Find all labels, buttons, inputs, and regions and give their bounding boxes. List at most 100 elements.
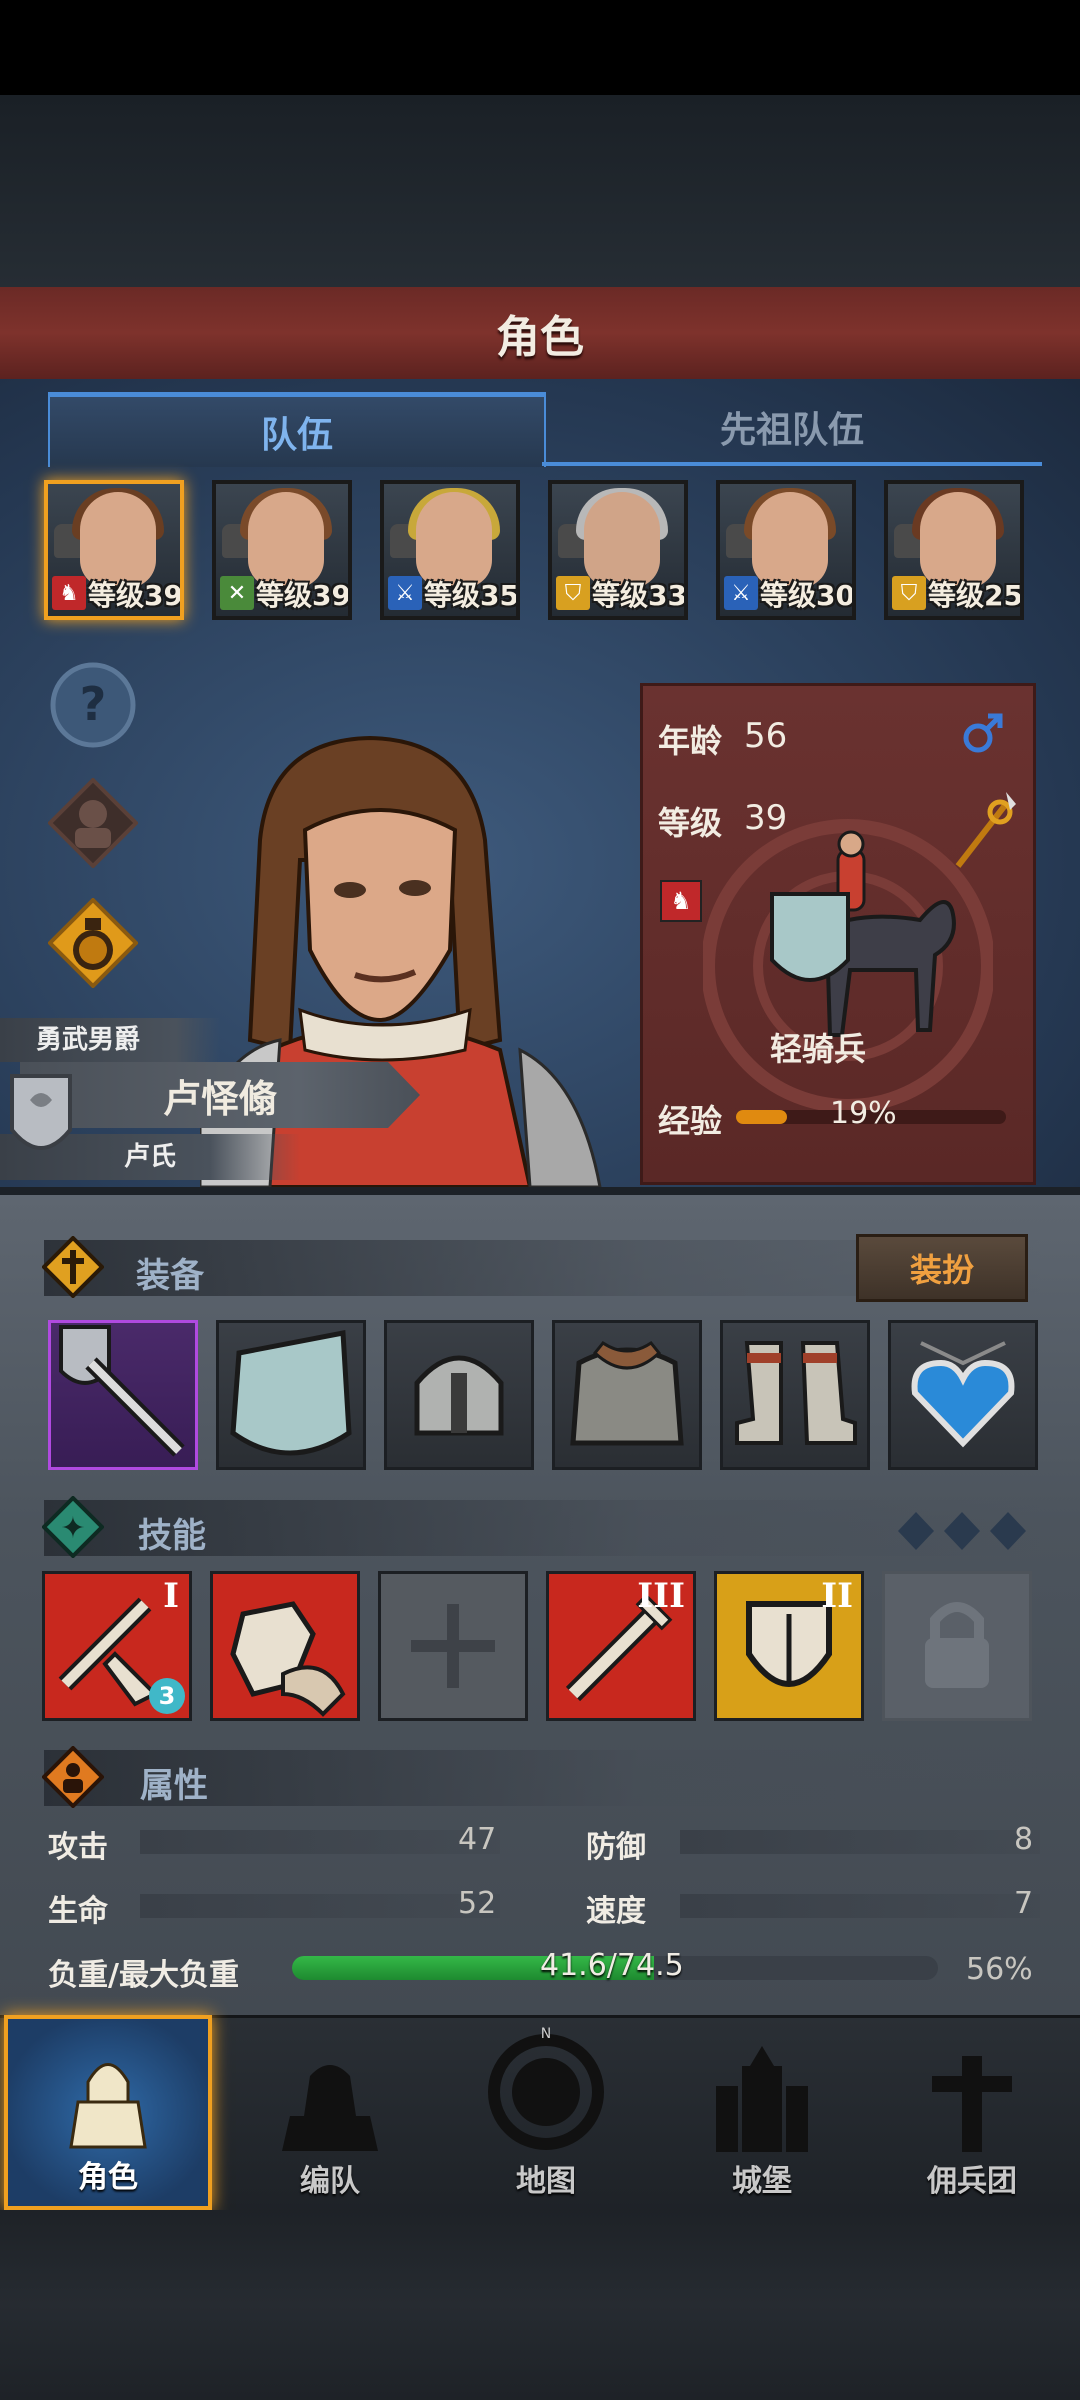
skill-tier: III <box>637 1576 685 1616</box>
cross-section-icon <box>41 1235 105 1302</box>
load-value: 41.6/74.5 <box>540 1948 684 1983</box>
svg-text:?: ? <box>80 677 107 731</box>
level-label: 等级 <box>658 804 723 842</box>
header-background <box>0 95 1080 287</box>
formation-icon <box>282 2065 378 2151</box>
hero-level: 等级25 <box>928 579 1023 612</box>
nav-formation[interactable]: 编队 <box>224 2015 436 2210</box>
class-badge-icon: ♞ <box>52 576 86 610</box>
helmet-icon <box>48 778 138 868</box>
equipment-view-button[interactable] <box>48 778 138 868</box>
attribute-section-icon <box>41 1745 105 1812</box>
attack-track <box>140 1830 500 1854</box>
equipment-slot-boots[interactable] <box>720 1320 870 1470</box>
nav-castle[interactable]: 城堡 <box>656 2015 868 2210</box>
skills-label: 技能 <box>138 1516 206 1556</box>
age-value: 56 <box>744 716 788 756</box>
hero-level: 等级39 <box>256 579 351 612</box>
hero-card[interactable]: ⚔ 等级35 <box>380 480 520 620</box>
hero-card[interactable]: ✕ 等级39 <box>212 480 352 620</box>
skill-slot-4[interactable]: II <box>714 1571 864 1721</box>
equipment-slot-armor[interactable] <box>552 1320 702 1470</box>
knight-icon <box>69 2063 147 2149</box>
help-button[interactable]: ? <box>48 660 138 750</box>
skill-slot-locked <box>882 1571 1032 1721</box>
amulet-icon <box>911 1341 1015 1448</box>
status-bar <box>0 0 1080 95</box>
class-badge-icon: ✕ <box>220 576 254 610</box>
page-title: 角色 <box>496 312 584 363</box>
skill-slot-1[interactable]: I 3 <box>42 1571 192 1721</box>
hero-card[interactable]: ⚔ 等级30 <box>716 480 856 620</box>
skill-tier: I <box>163 1576 179 1616</box>
hero-card[interactable]: ♞ 等级39 <box>44 480 184 620</box>
equipment-slot-weapon[interactable] <box>48 1320 198 1470</box>
class-badge-icon: ⛉ <box>556 576 590 610</box>
nav-label: 角色 <box>78 2160 138 2195</box>
shield-icon <box>230 1330 352 1456</box>
weapon-icon <box>59 1325 185 1457</box>
equipment-slot-amulet[interactable] <box>888 1320 1038 1470</box>
nav-mercenary[interactable]: 佣兵团 <box>866 2015 1078 2210</box>
hp-track <box>140 1894 500 1918</box>
boots-icon <box>735 1341 857 1445</box>
tab-ancestor-team[interactable]: 先祖队伍 <box>542 392 1042 466</box>
compass-icon: N <box>488 2026 604 2150</box>
skill-slot-2[interactable] <box>210 1571 360 1721</box>
fist-skill-icon <box>230 1601 346 1717</box>
speed-track <box>680 1894 1040 1918</box>
hero-level: 等级39 <box>88 579 183 612</box>
noble-title: 勇武男爵 <box>0 1018 220 1062</box>
hero-level: 等级35 <box>424 579 519 612</box>
helmet-icon <box>414 1355 504 1436</box>
defense-value: 8 <box>1014 1822 1034 1857</box>
experience-bar-fill <box>736 1110 788 1124</box>
attack-value: 47 <box>458 1822 497 1857</box>
cavalry-class-icon: ♞ <box>660 880 702 922</box>
hp-label: 生命 <box>48 1894 108 1929</box>
skill-slot-3[interactable]: III <box>546 1571 696 1721</box>
hero-level: 等级30 <box>760 579 855 612</box>
title-banner: 角色 <box>0 287 1080 383</box>
nav-map[interactable]: N 地图 <box>440 2015 652 2210</box>
experience-percent: 19% <box>830 1096 897 1131</box>
unit-type: 轻骑兵 <box>770 1030 867 1068</box>
hero-card[interactable]: ⛉ 等级25 <box>884 480 1024 620</box>
family-crest-icon <box>8 1070 74 1170</box>
cross-empty-icon <box>411 1604 495 1688</box>
skill-tier: II <box>821 1576 853 1616</box>
bottom-padding <box>0 2210 1080 2400</box>
defense-track <box>680 1830 1040 1854</box>
class-badge-icon: ⚔ <box>724 576 758 610</box>
male-icon <box>960 710 1006 760</box>
help-icon: ? <box>50 662 136 748</box>
experience-label: 经验 <box>658 1102 723 1140</box>
potion-button[interactable] <box>48 898 138 988</box>
mercenary-icon <box>932 2056 1012 2152</box>
age-label: 年龄 <box>658 722 723 760</box>
nav-role[interactable]: 角色 <box>4 2015 212 2210</box>
nav-label: 佣兵团 <box>927 2164 1017 2199</box>
nav-label: 城堡 <box>732 2164 792 2199</box>
hero-card[interactable]: ⛉ 等级33 <box>548 480 688 620</box>
hero-level: 等级33 <box>592 579 687 612</box>
equipment-slot-helmet[interactable] <box>384 1320 534 1470</box>
load-percent: 56% <box>966 1952 1033 1987</box>
load-label: 负重/最大负重 <box>48 1958 239 1993</box>
dress-up-button[interactable]: 装扮 <box>856 1234 1028 1302</box>
speed-value: 7 <box>1014 1886 1034 1921</box>
lock-icon <box>925 1602 989 1688</box>
skill-count-badge: 3 <box>149 1678 185 1714</box>
tab-team[interactable]: 队伍 <box>48 392 546 467</box>
star-section-icon: ✦ <box>41 1495 105 1562</box>
character-name: 卢怿翛 <box>20 1062 420 1128</box>
skill-points-indicator <box>894 1510 1034 1556</box>
skill-slot-empty[interactable] <box>378 1571 528 1721</box>
hp-value: 52 <box>458 1886 497 1921</box>
equipment-slot-shield[interactable] <box>216 1320 366 1470</box>
nav-label: 编队 <box>300 2164 360 2199</box>
equipment-label: 装备 <box>136 1256 204 1296</box>
svg-text:✦: ✦ <box>60 1511 85 1546</box>
class-badge-icon: ⚔ <box>388 576 422 610</box>
castle-icon <box>716 2046 808 2152</box>
